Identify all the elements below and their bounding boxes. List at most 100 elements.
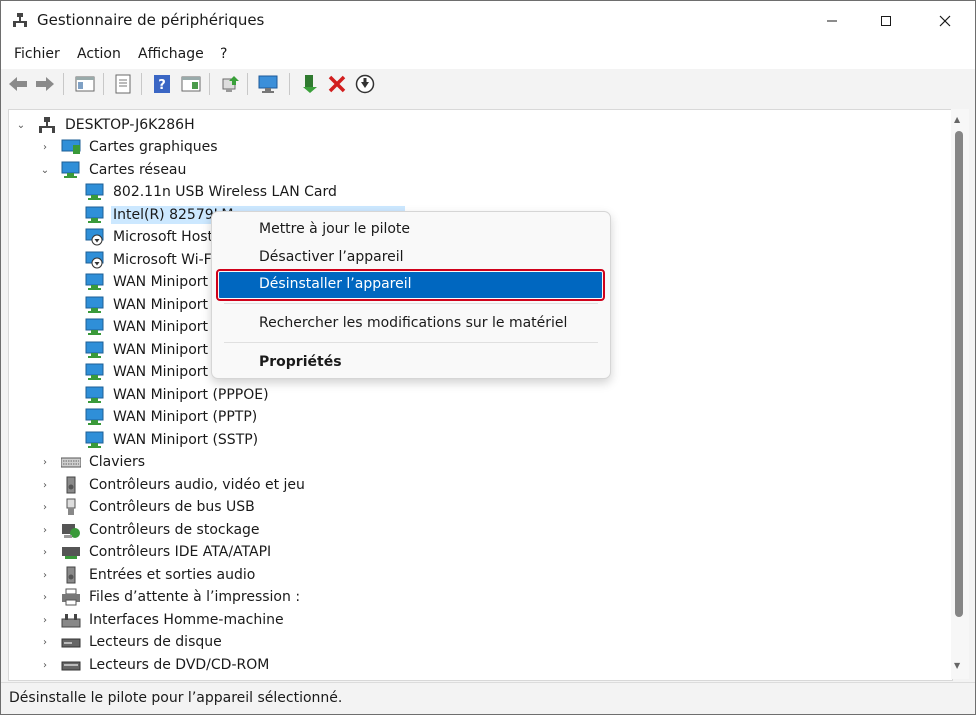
chevron-right-icon[interactable]: › xyxy=(39,637,51,648)
tree-child[interactable]: WAN Miniport xyxy=(63,271,210,293)
network-adapter-icon xyxy=(85,363,104,380)
maximize-button[interactable] xyxy=(863,1,909,41)
tree-node-entrees-sorties-audio[interactable]: › Entrées et sorties audio xyxy=(39,564,257,586)
scroll-up-icon[interactable]: ▲ xyxy=(954,115,960,124)
forward-button[interactable] xyxy=(33,72,57,96)
tree-child[interactable]: WAN Miniport (PPPOE) xyxy=(63,384,271,406)
network-adapter-disabled-icon xyxy=(85,228,104,246)
tree-node-lecteurs-dvd[interactable]: › Lecteurs de DVD/CD-ROM xyxy=(39,654,271,676)
tree-child[interactable]: WAN Miniport xyxy=(63,361,210,383)
chevron-right-icon[interactable]: › xyxy=(39,480,51,491)
uninstall-button[interactable] xyxy=(325,72,349,96)
uninstall-icon xyxy=(328,75,346,93)
menu-affichage[interactable]: Affichage xyxy=(138,46,204,62)
tree-node-controleurs-audio[interactable]: › Contrôleurs audio, vidéo et jeu xyxy=(39,474,307,496)
usb-icon xyxy=(66,498,76,515)
speaker-icon xyxy=(66,476,76,494)
tree-child[interactable]: Microsoft Wi-Fi xyxy=(63,249,217,271)
tree-child[interactable]: WAN Miniport xyxy=(63,294,210,316)
menu-item-disable-device[interactable]: Désactiver l’appareil xyxy=(219,245,602,271)
download-icon xyxy=(355,74,375,94)
tree-node-lecteurs-disque[interactable]: › Lecteurs de disque xyxy=(39,631,224,653)
chevron-right-icon[interactable]: › xyxy=(39,142,51,153)
dvd-drive-icon xyxy=(61,661,81,671)
device-manager-app-icon xyxy=(13,13,27,27)
tree-child[interactable]: WAN Miniport xyxy=(63,339,210,361)
view-button[interactable] xyxy=(179,72,203,96)
minimize-button[interactable] xyxy=(809,1,855,41)
menu-help[interactable]: ? xyxy=(220,46,227,62)
chevron-right-icon[interactable]: › xyxy=(39,615,51,626)
scrollbar-thumb[interactable] xyxy=(955,131,963,617)
menu-separator xyxy=(224,303,598,304)
tree-node-files-impression[interactable]: › Files d’attente à l’impression : xyxy=(39,586,302,608)
properties-button[interactable] xyxy=(111,72,135,96)
tree-child[interactable]: Microsoft Hoste xyxy=(63,226,224,248)
tree-node-label: Cartes réseau xyxy=(89,162,187,178)
storage-controller-icon xyxy=(62,524,80,538)
back-button[interactable] xyxy=(6,72,30,96)
tree-node-cartes-graphiques[interactable]: › Cartes graphiques xyxy=(39,136,220,158)
menu-item-scan-hardware[interactable]: Rechercher les modifications sur le maté… xyxy=(219,311,602,337)
chevron-right-icon[interactable]: › xyxy=(39,570,51,581)
chevron-down-icon[interactable]: ⌄ xyxy=(15,120,27,131)
menu-item-properties[interactable]: Propriétés xyxy=(219,350,602,376)
vertical-scrollbar[interactable]: ▲ ▼ xyxy=(951,109,969,679)
tree-node-label: Contrôleurs de stockage xyxy=(89,522,260,538)
chevron-right-icon[interactable]: › xyxy=(39,592,51,603)
help-button[interactable]: ? xyxy=(150,72,174,96)
view-icon xyxy=(181,76,201,92)
toolbar-separator xyxy=(141,73,142,95)
network-adapter-icon xyxy=(85,341,104,358)
close-icon xyxy=(939,15,951,27)
chevron-right-icon[interactable]: › xyxy=(39,525,51,536)
chevron-right-icon[interactable]: › xyxy=(39,502,51,513)
tree-child[interactable]: WAN Miniport (PPTP) xyxy=(63,406,259,428)
tree-node-cartes-reseau[interactable]: ⌄ Cartes réseau xyxy=(39,159,188,181)
menu-fichier[interactable]: Fichier xyxy=(14,46,60,62)
tree-node-controleurs-stockage[interactable]: › Contrôleurs de stockage xyxy=(39,519,262,541)
chevron-right-icon[interactable]: › xyxy=(39,457,51,468)
update-driver-button[interactable] xyxy=(218,72,242,96)
enable-device-icon xyxy=(303,75,317,93)
enable-device-button[interactable] xyxy=(298,72,322,96)
tree-node-controleurs-ide[interactable]: › Contrôleurs IDE ATA/ATAPI xyxy=(39,541,273,563)
chevron-right-icon[interactable]: › xyxy=(39,547,51,558)
tree-child[interactable]: WAN Miniport xyxy=(63,316,210,338)
context-menu: Mettre à jour le pilote Désactiver l’app… xyxy=(211,211,611,379)
scan-hardware-button[interactable] xyxy=(256,72,280,96)
menu-action[interactable]: Action xyxy=(77,46,121,62)
speaker-icon xyxy=(66,566,76,584)
network-adapter-icon xyxy=(85,386,104,403)
tree-child-label: WAN Miniport xyxy=(113,274,209,290)
close-button[interactable] xyxy=(922,1,968,41)
tree-child[interactable]: WAN Miniport (SSTP) xyxy=(63,429,260,451)
chevron-right-icon[interactable]: › xyxy=(39,660,51,671)
tree-node-controleurs-usb[interactable]: › Contrôleurs de bus USB xyxy=(39,496,257,518)
menu-separator xyxy=(224,342,598,343)
tree-child[interactable]: 802.11n USB Wireless LAN Card xyxy=(63,181,339,203)
tree-node-label: Lecteurs de disque xyxy=(89,634,222,650)
tree-node-claviers[interactable]: › Claviers xyxy=(39,451,147,473)
keyboard-icon xyxy=(61,457,81,468)
status-text: Désinstalle le pilote pour l’appareil sé… xyxy=(9,690,343,706)
toolbar-separator xyxy=(63,73,64,95)
show-hide-tree-button[interactable] xyxy=(73,72,97,96)
tree-root-label: DESKTOP-J6K286H xyxy=(65,117,195,133)
disable-device-button[interactable] xyxy=(353,72,377,96)
network-adapter-disabled-icon xyxy=(85,251,104,269)
tree-root[interactable]: ⌄ DESKTOP-J6K286H xyxy=(15,114,197,136)
tree-node-interfaces-homme-machine[interactable]: › Interfaces Homme-machine xyxy=(39,609,286,631)
minimize-icon xyxy=(827,20,837,22)
menu-item-update-driver[interactable]: Mettre à jour le pilote xyxy=(219,217,602,243)
hid-icon xyxy=(61,614,81,628)
computer-icon xyxy=(39,117,55,133)
tree-child-label: 802.11n USB Wireless LAN Card xyxy=(113,184,337,200)
chevron-down-icon[interactable]: ⌄ xyxy=(39,165,51,176)
tree-node-label: Contrôleurs de bus USB xyxy=(89,499,255,515)
tree-child-label: WAN Miniport xyxy=(113,342,209,358)
printer-icon xyxy=(62,588,80,606)
menu-item-uninstall-device[interactable]: Désinstaller l’appareil xyxy=(216,269,605,301)
scroll-down-icon[interactable]: ▼ xyxy=(954,661,960,670)
tree-child-label: WAN Miniport (SSTP) xyxy=(113,432,259,448)
